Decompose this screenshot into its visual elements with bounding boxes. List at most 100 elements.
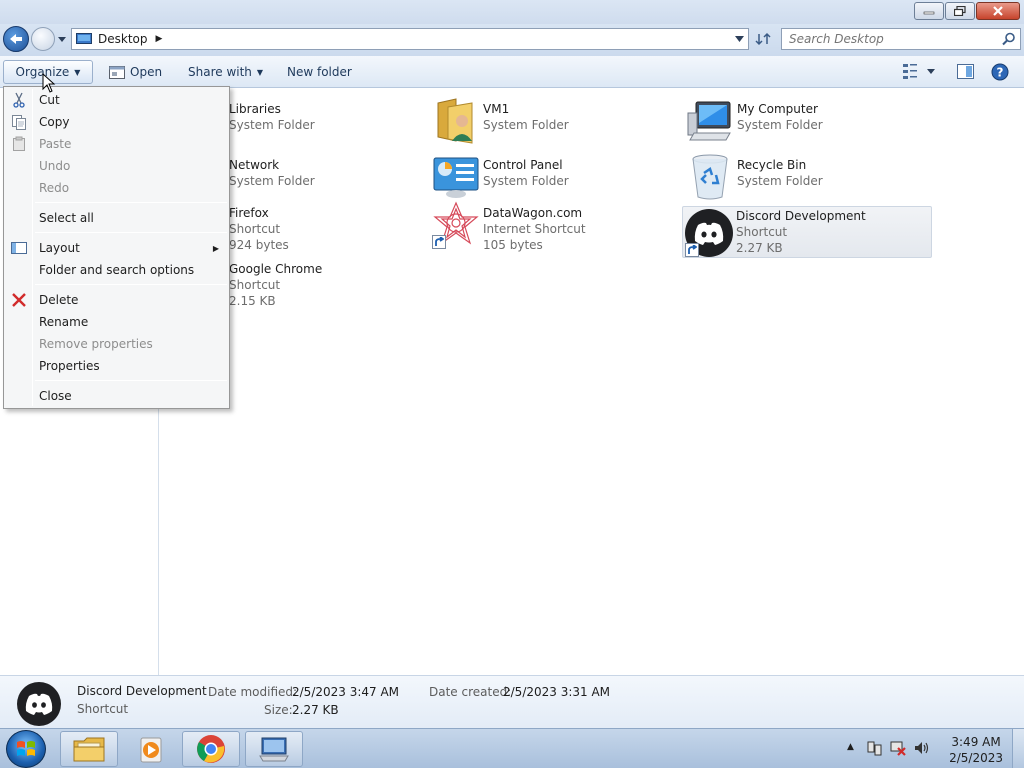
details-pane: Discord Development Shortcut Date modifi… xyxy=(0,675,1024,728)
refresh-button[interactable] xyxy=(751,28,775,50)
item-type: System Folder xyxy=(229,174,315,188)
item-name: Network xyxy=(229,158,280,172)
item-type: System Folder xyxy=(737,118,823,132)
folder-icon xyxy=(73,737,105,762)
item-name: Recycle Bin xyxy=(737,158,807,172)
menu-item-properties[interactable]: Properties xyxy=(6,355,227,377)
open-label: Open xyxy=(130,65,163,79)
date-created-value: 2/5/2023 3:31 AM xyxy=(503,685,611,699)
volume-icon[interactable] xyxy=(914,740,930,756)
chrome-icon xyxy=(197,735,225,763)
new-folder-label: New folder xyxy=(287,65,352,79)
menu-label: Paste xyxy=(39,137,72,151)
delete-x-icon xyxy=(12,293,26,307)
close-window-button[interactable] xyxy=(976,2,1020,20)
menu-item-delete[interactable]: Delete xyxy=(6,289,227,311)
address-row: Desktop ▶ xyxy=(0,24,1024,56)
item-recycle-bin[interactable]: Recycle Bin System Folder xyxy=(684,151,934,203)
menu-item-close[interactable]: Close xyxy=(6,385,227,407)
new-folder-button[interactable]: New folder xyxy=(281,60,358,84)
item-type: System Folder xyxy=(737,174,823,188)
item-name: VM1 xyxy=(483,102,510,116)
search-input[interactable] xyxy=(789,32,999,46)
item-type: System Folder xyxy=(483,174,569,188)
view-options-dropdown-icon[interactable] xyxy=(926,68,936,76)
menu-item-redo[interactable]: Redo xyxy=(6,177,227,199)
menu-item-undo[interactable]: Undo xyxy=(6,155,227,177)
discord-icon xyxy=(17,682,61,726)
item-name: Control Panel xyxy=(483,158,563,172)
back-button[interactable] xyxy=(3,26,29,52)
taskbar-explorer[interactable] xyxy=(60,731,118,767)
item-type: Shortcut xyxy=(229,278,281,292)
back-arrow-icon xyxy=(10,34,22,44)
address-bar[interactable]: Desktop ▶ xyxy=(71,28,749,50)
menu-label: Delete xyxy=(39,293,79,307)
search-icon[interactable] xyxy=(1002,32,1016,46)
breadcrumb-desktop[interactable]: Desktop xyxy=(98,32,148,46)
menu-item-layout[interactable]: Layout ▶ xyxy=(6,237,227,259)
user-folder-icon xyxy=(430,95,482,147)
search-box[interactable] xyxy=(781,28,1021,50)
menu-item-select-all[interactable]: Select all xyxy=(6,207,227,229)
clock[interactable]: 3:49 AM 2/5/2023 xyxy=(949,734,1003,766)
menu-label: Properties xyxy=(39,359,100,373)
preview-pane-icon[interactable] xyxy=(957,64,974,79)
start-button[interactable] xyxy=(6,730,46,768)
restore-button[interactable] xyxy=(945,2,975,20)
item-my-computer[interactable]: My Computer System Folder xyxy=(684,95,934,147)
shortcut-arrow-icon xyxy=(685,243,699,257)
taskbar-remote-desktop[interactable] xyxy=(245,731,303,767)
forward-button[interactable] xyxy=(31,27,55,51)
size-value: 2.27 KB xyxy=(292,703,339,717)
change-view-icon[interactable] xyxy=(902,62,918,80)
menu-label: Cut xyxy=(39,93,60,107)
minimize-button[interactable] xyxy=(914,2,944,20)
restore-icon xyxy=(954,6,966,16)
menu-item-cut[interactable]: Cut xyxy=(6,89,227,111)
menu-label: Folder and search options xyxy=(39,263,195,277)
item-size: 2.15 KB xyxy=(229,294,276,308)
clock-time: 3:49 AM xyxy=(951,735,1001,749)
menu-label: Rename xyxy=(39,315,89,329)
recent-pages-dropdown-icon[interactable] xyxy=(57,34,67,44)
show-hidden-icons-icon[interactable]: ▲ xyxy=(847,742,854,752)
item-type: Internet Shortcut xyxy=(483,222,586,236)
item-name: Google Chrome xyxy=(229,262,323,276)
address-dropdown-icon[interactable] xyxy=(735,35,744,43)
menu-item-rename[interactable]: Rename xyxy=(6,311,227,333)
taskbar-chrome[interactable] xyxy=(182,731,240,767)
svg-text:?: ? xyxy=(997,66,1004,80)
item-name: Libraries xyxy=(229,102,281,116)
show-desktop-button[interactable] xyxy=(1012,729,1024,768)
menu-item-paste[interactable]: Paste xyxy=(6,133,227,155)
menu-item-folder-options[interactable]: Folder and search options xyxy=(6,259,227,281)
item-datawagon[interactable]: DataWagon.com Internet Shortcut 105 bytes xyxy=(430,199,680,252)
item-size: 105 bytes xyxy=(483,238,543,252)
menu-item-copy[interactable]: Copy xyxy=(6,111,227,133)
menu-item-remove-properties[interactable]: Remove properties xyxy=(6,333,227,355)
open-button[interactable]: Open xyxy=(103,60,168,84)
window-title-bar xyxy=(0,0,1024,24)
help-icon[interactable]: ? xyxy=(991,63,1009,81)
breadcrumb-arrow-icon[interactable]: ▶ xyxy=(156,34,163,44)
network-disconnected-icon[interactable] xyxy=(890,740,906,756)
mouse-cursor-icon xyxy=(42,73,56,93)
item-type: Shortcut xyxy=(229,222,281,236)
item-vm1[interactable]: VM1 System Folder xyxy=(430,95,680,147)
file-list[interactable]: Libraries System Folder VM1 System Folder … xyxy=(160,89,1024,675)
taskbar-media-player[interactable] xyxy=(121,731,179,767)
chevron-down-icon: ▼ xyxy=(256,67,264,77)
organize-menu: Cut Copy Paste Undo Redo Select all Layo… xyxy=(3,86,230,409)
menu-separator xyxy=(35,202,227,203)
action-center-icon[interactable] xyxy=(866,740,882,756)
menu-separator xyxy=(35,380,227,381)
item-discord-development[interactable]: Discord Development Shortcut 2.27 KB xyxy=(682,206,932,258)
discord-icon xyxy=(683,207,735,259)
item-name: My Computer xyxy=(737,102,818,116)
item-name: DataWagon.com xyxy=(483,206,583,220)
item-control-panel[interactable]: Control Panel System Folder xyxy=(430,151,680,203)
share-with-button[interactable]: Share with ▼ xyxy=(182,60,269,84)
open-window-icon xyxy=(109,65,125,79)
system-tray: ▲ 3:49 AM 2/5/2023 xyxy=(824,729,1024,768)
